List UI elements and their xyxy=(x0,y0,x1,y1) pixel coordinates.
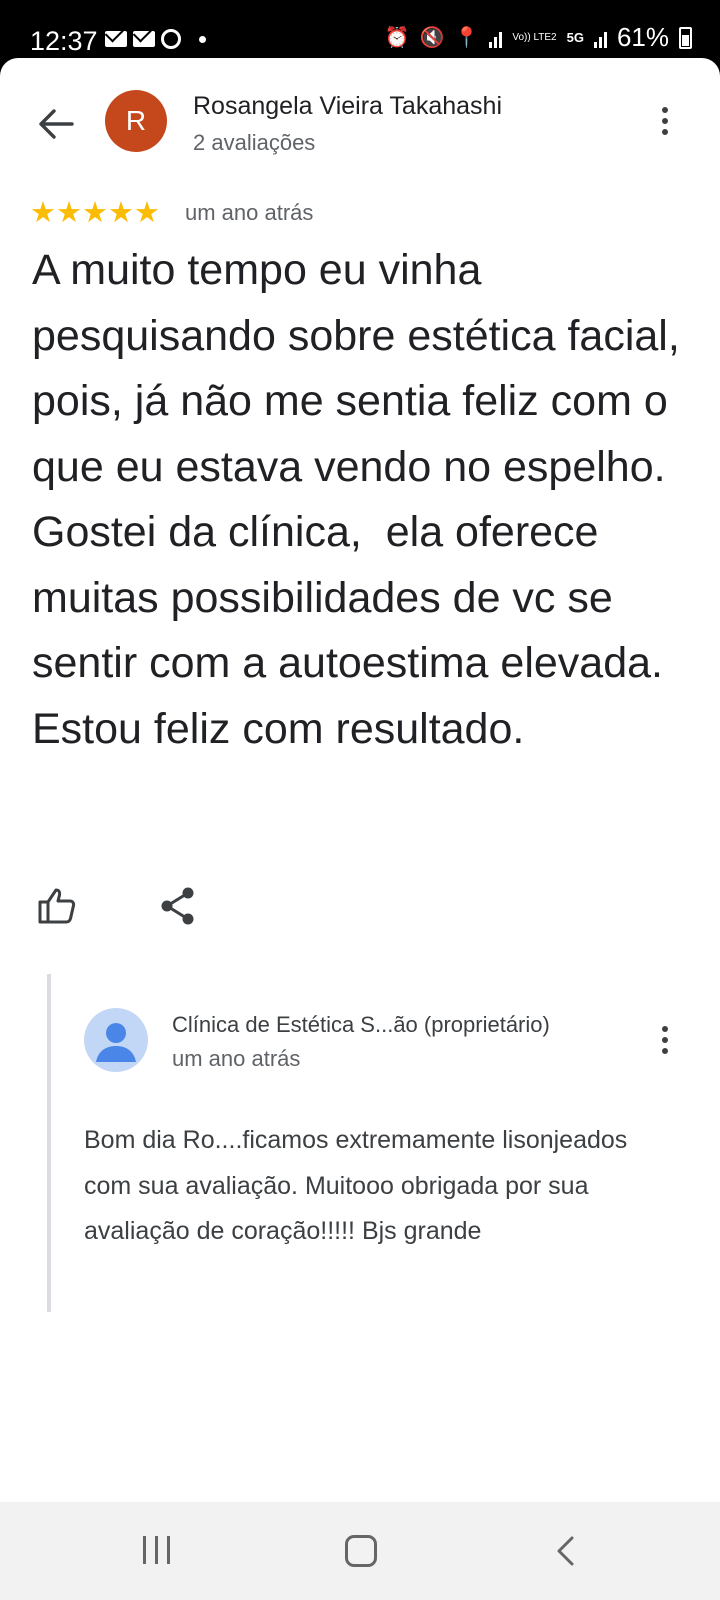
alarm-icon: ⏰ xyxy=(384,27,410,49)
battery-percent: 61% xyxy=(616,22,669,52)
notification-icons xyxy=(105,29,206,49)
location-icon: 📍 xyxy=(454,27,480,49)
signal-icon xyxy=(489,28,503,48)
whatsapp-icon xyxy=(161,29,181,49)
reply-divider xyxy=(47,974,51,1312)
mail-icon xyxy=(105,31,127,47)
recents-icon[interactable] xyxy=(143,1536,170,1564)
5g-icon: 5G xyxy=(566,30,584,45)
back-arrow-icon[interactable] xyxy=(32,100,80,148)
owner-reply-time: um ano atrás xyxy=(172,1046,301,1071)
thumb-up-icon[interactable] xyxy=(36,884,80,928)
star-rating-stars: ★★★★★ xyxy=(30,197,160,229)
owner-reply-text: Bom dia Ro....ficamos extremamente lison… xyxy=(84,1126,628,1245)
status-time: 12:37 xyxy=(30,26,98,56)
mail-icon xyxy=(133,31,155,47)
signal-icon xyxy=(593,28,607,48)
owner-name: Clínica de Estética S...ão (proprietário… xyxy=(172,1012,550,1037)
author-avatar[interactable]: R xyxy=(105,90,167,152)
navigation-bar xyxy=(0,1502,720,1600)
home-icon[interactable] xyxy=(345,1535,377,1567)
more-options-icon[interactable] xyxy=(650,1020,680,1060)
review-text: A muito tempo eu vinha pesquisando sobre… xyxy=(32,246,692,753)
volte-icon: Vo)) LTE2 xyxy=(512,31,557,43)
author-name[interactable]: Rosangela Vieira Takahashi xyxy=(193,92,502,121)
review-sheet: R Rosangela Vieira Takahashi 2 avaliaçõe… xyxy=(0,58,720,1502)
more-options-icon[interactable] xyxy=(650,101,680,141)
system-icons: ⏰ 🔇 📍 Vo)) LTE2 5G 61% xyxy=(385,22,692,53)
more-notifications-dot xyxy=(199,35,206,43)
nav-back-icon[interactable] xyxy=(550,1534,584,1568)
share-icon[interactable] xyxy=(158,884,198,928)
person-icon xyxy=(96,1023,136,1062)
owner-avatar xyxy=(84,1008,148,1072)
star-rating: ★★★★★ xyxy=(30,198,160,228)
review-time: um ano atrás xyxy=(185,200,314,225)
status-bar: 12:37 ⏰ 🔇 📍 Vo)) LTE2 5G 61% xyxy=(0,0,720,58)
mute-icon: 🔇 xyxy=(419,27,445,49)
battery-icon xyxy=(679,26,692,49)
author-review-count: 2 avaliações xyxy=(193,130,316,155)
